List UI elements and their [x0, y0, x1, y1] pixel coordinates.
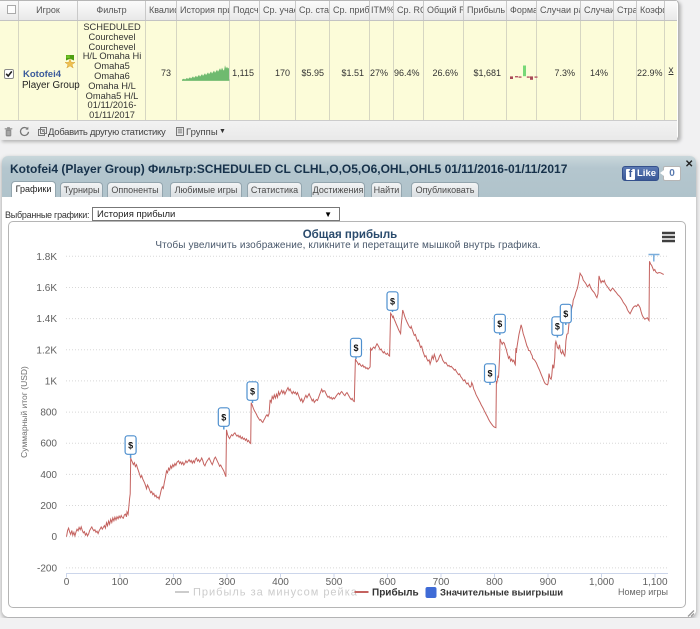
svg-text:$: $ — [563, 309, 568, 319]
svg-text:1.4K: 1.4K — [36, 314, 57, 325]
svg-text:Номер игры: Номер игры — [618, 587, 668, 597]
svg-text:200: 200 — [165, 577, 182, 588]
svg-text:$: $ — [128, 441, 133, 451]
svg-text:1K: 1K — [45, 376, 58, 387]
svg-text:Прибыль за минусом рейка: Прибыль за минусом рейка — [193, 587, 358, 599]
svg-text:800: 800 — [486, 577, 503, 588]
svg-text:0: 0 — [64, 577, 70, 588]
svg-text:1,000: 1,000 — [589, 577, 614, 588]
svg-text:-200: -200 — [37, 563, 57, 574]
svg-text:$: $ — [250, 387, 255, 397]
svg-text:1.6K: 1.6K — [36, 283, 57, 294]
svg-text:$: $ — [487, 369, 492, 379]
svg-text:900: 900 — [540, 577, 557, 588]
svg-text:400: 400 — [40, 470, 57, 481]
svg-text:1.8K: 1.8K — [36, 252, 57, 263]
svg-text:1.2K: 1.2K — [36, 345, 57, 356]
svg-text:600: 600 — [379, 577, 396, 588]
svg-text:Значительные выигрыши: Значительные выигрыши — [440, 588, 563, 599]
svg-text:$: $ — [221, 413, 226, 423]
svg-text:700: 700 — [433, 577, 450, 588]
svg-text:Прибыль: Прибыль — [372, 587, 419, 599]
svg-text:0: 0 — [51, 532, 57, 543]
svg-text:$: $ — [353, 343, 358, 353]
svg-text:$: $ — [555, 322, 560, 332]
svg-text:100: 100 — [112, 577, 129, 588]
svg-text:Суммарный итог (USD): Суммарный итог (USD) — [19, 366, 29, 458]
svg-text:Чтобы увеличить изображение, к: Чтобы увеличить изображение, кликните и … — [155, 239, 540, 251]
svg-text:800: 800 — [40, 408, 57, 419]
svg-text:600: 600 — [40, 439, 57, 450]
svg-text:$: $ — [390, 297, 395, 307]
svg-text:200: 200 — [40, 501, 57, 512]
svg-text:$: $ — [497, 319, 502, 329]
